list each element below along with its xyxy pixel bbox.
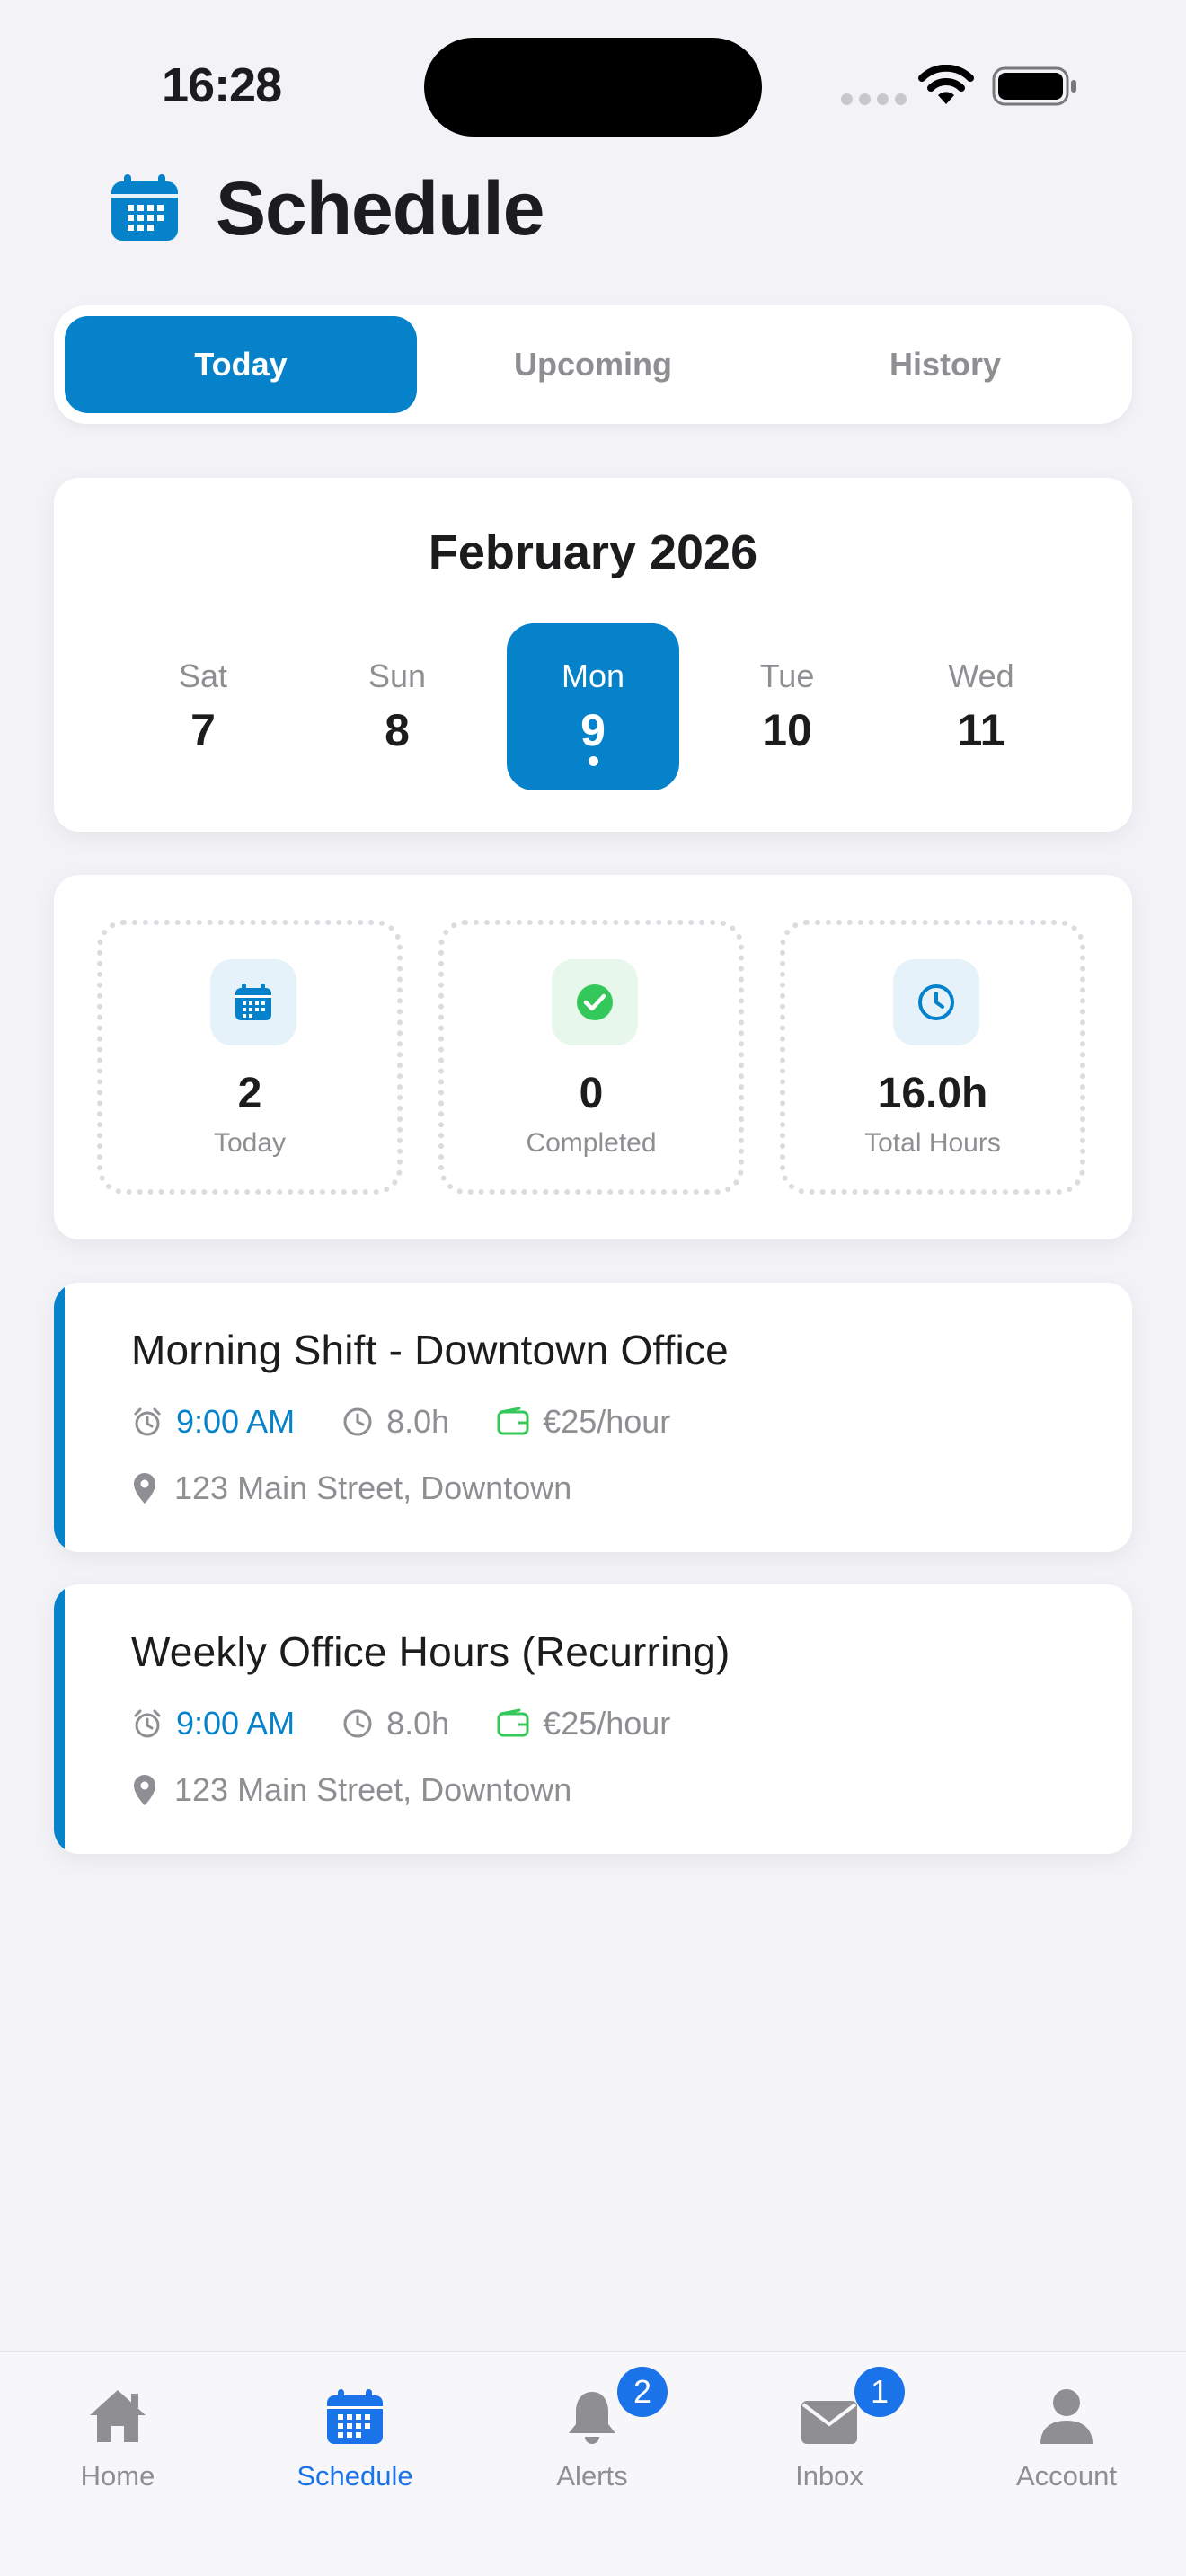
calendar-icon	[327, 2389, 383, 2444]
day-of-week: Wed	[948, 657, 1014, 694]
location-pin-icon	[134, 1473, 155, 1504]
shift-title: Weekly Office Hours (Recurring)	[131, 1628, 730, 1675]
tab-today[interactable]: Today	[65, 316, 417, 413]
cellular-signal-icon	[841, 93, 907, 105]
day-tue-10[interactable]: Tue 10	[701, 623, 873, 790]
shift-location: 123 Main Street, Downtown	[131, 1469, 571, 1507]
shift-rate-text: €25/hour	[543, 1705, 671, 1742]
bottom-nav: Home Schedule Alerts 2 Inbox 1 Account	[0, 2351, 1186, 2576]
shift-duration: 8.0h	[341, 1403, 449, 1441]
day-of-week: Tue	[759, 657, 815, 694]
shift-location-text: 123 Main Street, Downtown	[174, 1771, 572, 1808]
shift-card[interactable]: Morning Shift - Downtown Office 9:00 AM …	[54, 1283, 1132, 1552]
shift-time-text: 9:00 AM	[176, 1705, 296, 1742]
nav-label: Home	[80, 2460, 155, 2492]
nav-home[interactable]: Home	[28, 2374, 208, 2492]
nav-schedule[interactable]: Schedule	[265, 2374, 445, 2492]
shift-card[interactable]: Weekly Office Hours (Recurring) 9:00 AM …	[54, 1584, 1132, 1854]
day-wed-11[interactable]: Wed 11	[895, 623, 1067, 790]
shift-duration: 8.0h	[341, 1705, 449, 1742]
day-number: 10	[762, 705, 812, 755]
nav-label: Account	[1015, 2460, 1117, 2492]
day-number: 9	[580, 705, 606, 755]
nav-label: Alerts	[556, 2460, 628, 2492]
day-number: 7	[190, 705, 216, 755]
shift-location-text: 123 Main Street, Downtown	[174, 1469, 572, 1506]
day-number: 8	[385, 705, 410, 755]
shift-rate-text: €25/hour	[543, 1403, 671, 1440]
shift-accent-bar	[54, 1584, 65, 1854]
person-icon	[1040, 2389, 1093, 2444]
stat-label: Total Hours	[864, 1128, 1001, 1158]
alarm-icon	[134, 1709, 161, 1738]
stat-total-hours: 16.0h Total Hours	[780, 920, 1085, 1195]
wifi-icon	[918, 65, 974, 104]
nav-label: Schedule	[296, 2460, 413, 2492]
nav-label: Inbox	[795, 2460, 863, 2492]
calendar-month: February 2026	[428, 525, 758, 579]
stat-value: 16.0h	[877, 1070, 988, 1117]
stat-completed: 0 Completed	[438, 920, 744, 1195]
shift-rate: €25/hour	[496, 1705, 670, 1742]
clock-icon	[893, 959, 979, 1045]
wallet-icon	[497, 1708, 529, 1737]
calendar-icon	[210, 959, 296, 1045]
nav-alerts[interactable]: Alerts 2	[502, 2367, 682, 2492]
alarm-icon	[134, 1407, 161, 1436]
day-sun-8[interactable]: Sun 8	[311, 623, 483, 790]
nav-inbox[interactable]: Inbox 1	[739, 2367, 919, 2492]
inbox-badge: 1	[854, 2367, 905, 2417]
stats-card: 2 Today 0 Completed 16.0h Total Hours	[54, 875, 1132, 1239]
calendar-icon	[111, 174, 178, 241]
shift-meta-row: 9:00 AM 8.0h €25/hour	[131, 1701, 717, 1746]
page-title: Schedule	[216, 166, 544, 251]
home-icon	[90, 2390, 146, 2442]
shift-duration-text: 8.0h	[386, 1705, 450, 1742]
day-sat-7[interactable]: Sat 7	[117, 623, 289, 790]
tab-history[interactable]: History	[769, 316, 1121, 413]
bell-icon	[569, 2392, 615, 2444]
day-of-week: Sat	[178, 657, 228, 694]
day-number: 11	[957, 705, 1005, 755]
shift-start-time: 9:00 AM	[131, 1403, 295, 1441]
shift-start-time: 9:00 AM	[131, 1705, 295, 1742]
schedule-tabs: Today Upcoming History	[54, 305, 1132, 424]
stat-label: Completed	[526, 1128, 657, 1158]
shift-meta-row: 9:00 AM 8.0h €25/hour	[131, 1399, 717, 1444]
nav-account[interactable]: Account	[977, 2374, 1156, 2492]
check-circle-icon	[552, 959, 638, 1045]
shift-accent-bar	[54, 1283, 65, 1552]
day-mon-9[interactable]: Mon 9	[507, 623, 679, 790]
event-indicator-dot	[589, 756, 598, 766]
day-of-week: Mon	[561, 657, 625, 694]
shift-location: 123 Main Street, Downtown	[131, 1771, 571, 1809]
tab-upcoming[interactable]: Upcoming	[417, 316, 769, 413]
shift-title: Morning Shift - Downtown Office	[131, 1327, 729, 1373]
stat-value: 2	[237, 1070, 262, 1117]
shift-time-text: 9:00 AM	[176, 1403, 296, 1440]
calendar-card: February 2026 Sat 7 Sun 8 Mon 9 Tue 10 W…	[54, 478, 1132, 832]
clock-icon	[343, 1709, 372, 1738]
stat-value: 0	[579, 1070, 604, 1117]
day-of-week: Sun	[367, 657, 427, 694]
shift-duration-text: 8.0h	[386, 1403, 450, 1440]
shift-rate: €25/hour	[496, 1403, 670, 1441]
clock-icon	[343, 1407, 372, 1436]
stat-today: 2 Today	[97, 920, 403, 1195]
stat-label: Today	[213, 1128, 287, 1158]
location-pin-icon	[134, 1775, 155, 1805]
status-time: 16:28	[162, 58, 282, 112]
dynamic-island	[424, 38, 762, 137]
mail-icon	[801, 2401, 857, 2444]
battery-icon	[992, 66, 1076, 106]
alerts-badge: 2	[617, 2367, 668, 2417]
wallet-icon	[497, 1407, 529, 1435]
